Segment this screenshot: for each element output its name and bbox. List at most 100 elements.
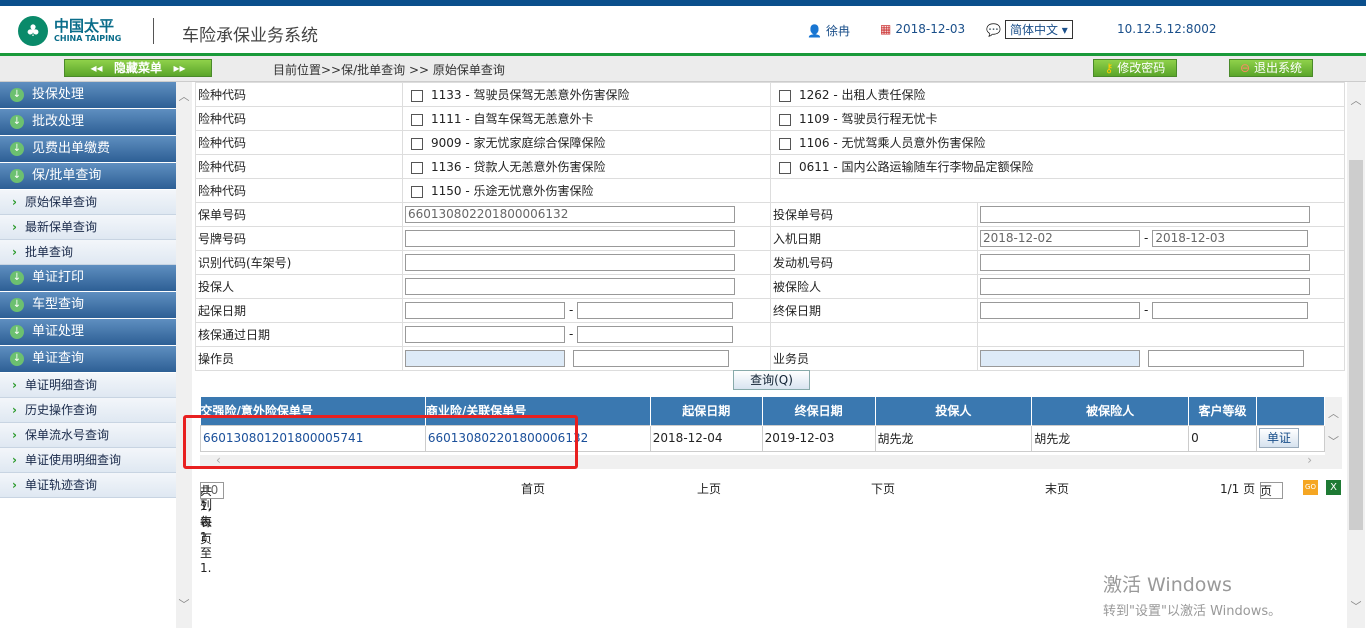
- sidebar-group[interactable]: ↓ 见费出单缴费: [0, 136, 176, 163]
- operator-code-input[interactable]: [405, 350, 565, 367]
- main-scrollbar[interactable]: ︿ ﹀: [1347, 82, 1365, 628]
- excel-export-icon[interactable]: X: [1326, 480, 1341, 495]
- sidebar-menu: ↓ 投保处理 ↓ 批改处理 ↓ 见费出单缴费 ↓ 保/批单查询 › 原始保单查询 › 最新保单查询 › 批…: [0, 82, 176, 628]
- entry-date-from-input[interactable]: 2018-12-02: [980, 230, 1140, 247]
- vin-input[interactable]: [405, 254, 735, 271]
- user-icon: 👤: [807, 23, 822, 38]
- sidebar-group[interactable]: ↓ 车型查询: [0, 292, 176, 319]
- results-vscrollbar[interactable]: ︿ ﹀: [1325, 397, 1342, 455]
- user-info: 👤 徐冉: [807, 22, 850, 39]
- arrow-icon: ›: [12, 478, 17, 492]
- pager-range: ,列表 1 至 1.: [200, 482, 213, 575]
- current-date: 2018-12-03: [895, 22, 966, 36]
- risk-checkbox[interactable]: [411, 89, 423, 102]
- sidebar-group[interactable]: ↓ 单证打印: [0, 265, 176, 292]
- logo-en: CHINA TAIPING: [54, 34, 122, 43]
- header: ♣ 中国太平 CHINA TAIPING 车险承保业务系统 👤 徐冉 ▦ 2018-1…: [0, 6, 1366, 53]
- operator-name-input[interactable]: [572, 350, 729, 367]
- engine-input[interactable]: [980, 254, 1310, 271]
- sidebar-item[interactable]: › 单证明细查询: [0, 373, 176, 398]
- salesman-name-input[interactable]: [1147, 350, 1304, 367]
- approve-date-to-input[interactable]: [577, 326, 734, 343]
- sidebar-item[interactable]: › 批单查询: [0, 240, 176, 265]
- go-icon[interactable]: GO: [1303, 480, 1318, 495]
- document-button[interactable]: 单证: [1258, 428, 1299, 448]
- plate-label: 号牌号码: [195, 226, 403, 251]
- sidebar-item[interactable]: › 历史操作查询: [0, 398, 176, 423]
- policy-no-input[interactable]: 660130802201800006132: [405, 206, 735, 223]
- risk-label: 险种代码: [195, 154, 403, 179]
- prev-page-link[interactable]: 上页: [697, 480, 721, 497]
- risk-checkbox[interactable]: [411, 161, 423, 174]
- column-header: 被保险人: [1031, 397, 1190, 425]
- column-header: 客户等级: [1188, 397, 1257, 425]
- sidebar-scrollbar[interactable]: ︿ ﹀: [176, 82, 192, 628]
- language-select[interactable]: 简体中文 ▾: [1004, 20, 1073, 39]
- salesman-code-input[interactable]: [980, 350, 1140, 367]
- pagination: 共 1,每页 10 ,列表 1 至 1. 首页 上页 下页 末页 1/1 页 页 G…: [200, 478, 1345, 575]
- risk-checkbox[interactable]: [779, 89, 791, 102]
- column-header: 投保人: [875, 397, 1033, 425]
- sidebar-group[interactable]: ↓ 单证处理: [0, 319, 176, 346]
- next-page-link[interactable]: 下页: [871, 480, 895, 497]
- sidebar-item[interactable]: › 原始保单查询: [0, 190, 176, 215]
- entry-date-to-input[interactable]: 2018-12-03: [1152, 230, 1309, 247]
- risk-checkbox[interactable]: [779, 137, 791, 150]
- sidebar-item[interactable]: › 单证轨迹查询: [0, 473, 176, 498]
- sidebar-group[interactable]: ↓ 保/批单查询: [0, 163, 176, 190]
- chat-icon: 💬: [986, 22, 1001, 37]
- query-button[interactable]: 查询(Q): [733, 370, 810, 390]
- sidebar-group[interactable]: ↓ 单证查询: [0, 346, 176, 373]
- risk-checkbox[interactable]: [779, 113, 791, 126]
- expand-icon: ↓: [10, 115, 24, 129]
- risk-checkbox[interactable]: [779, 161, 791, 174]
- sidebar-group[interactable]: ↓ 批改处理: [0, 109, 176, 136]
- engine-label: 发动机号码: [770, 250, 978, 275]
- date-info: ▦ 2018-12-03: [880, 22, 965, 36]
- column-header: 起保日期: [650, 397, 763, 425]
- expand-icon: ↓: [10, 271, 24, 285]
- start-date-from-input[interactable]: [405, 302, 565, 319]
- proposal-no-input[interactable]: [980, 206, 1310, 223]
- end-date-from-input[interactable]: [980, 302, 1140, 319]
- logo: ♣ 中国太平 CHINA TAIPING: [18, 16, 121, 46]
- column-header: [1256, 397, 1326, 425]
- risk-row: 险种代码 1150 - 乐途无忧意外伤害保险: [195, 178, 1345, 203]
- expand-icon: ↓: [10, 352, 24, 366]
- start-date-to-input[interactable]: [577, 302, 734, 319]
- sidebar-item[interactable]: › 保单流水号查询: [0, 423, 176, 448]
- first-page-link[interactable]: 首页: [521, 480, 545, 497]
- arrow-icon: ›: [12, 453, 17, 467]
- end-date-to-input[interactable]: [1152, 302, 1309, 319]
- logout-icon: ⊖: [1240, 61, 1251, 75]
- arrow-icon: ›: [12, 220, 17, 234]
- server-address: 10.12.5.12:8002: [1117, 22, 1217, 36]
- insured-label: 被保险人: [770, 274, 978, 299]
- nav-bar: ◂◂ 隐藏菜单 ▸▸ 目前位置>>保/批单查询 >> 原始保单查询 ⚷ 修改密码…: [0, 56, 1366, 82]
- risk-label: 险种代码: [195, 82, 403, 107]
- risk-label: 险种代码: [195, 130, 403, 155]
- entry-date-label: 入机日期: [770, 226, 978, 251]
- applicant-input[interactable]: [405, 278, 735, 295]
- risk-checkbox[interactable]: [411, 137, 423, 150]
- sidebar-item[interactable]: › 单证使用明细查询: [0, 448, 176, 473]
- risk-option: 9009 - 家无忧家庭综合保障保险: [431, 136, 606, 150]
- vin-label: 识别代码(车架号): [195, 250, 403, 275]
- change-password-button[interactable]: ⚷ 修改密码: [1093, 59, 1177, 77]
- risk-row: 险种代码 1133 - 驾驶员保驾无恙意外伤害保险 1262 - 出租人责任保险: [195, 82, 1345, 107]
- approve-date-from-input[interactable]: [405, 326, 565, 343]
- scrollbar-thumb[interactable]: [1349, 160, 1363, 530]
- plate-input[interactable]: [405, 230, 735, 247]
- logout-button[interactable]: ⊖ 退出系统: [1229, 59, 1313, 77]
- hide-menu-button[interactable]: ◂◂ 隐藏菜单 ▸▸: [64, 59, 212, 77]
- risk-row: 险种代码 1136 - 贷款人无恙意外伤害保险 0611 - 国内公路运输随车行李物…: [195, 154, 1345, 179]
- sidebar-item[interactable]: › 最新保单查询: [0, 215, 176, 240]
- dash: -: [569, 303, 574, 317]
- risk-checkbox[interactable]: [411, 185, 423, 198]
- risk-checkbox[interactable]: [411, 113, 423, 126]
- sidebar-group[interactable]: ↓ 投保处理: [0, 82, 176, 109]
- last-page-link[interactable]: 末页: [1045, 480, 1069, 497]
- insured-input[interactable]: [980, 278, 1310, 295]
- risk-row: 险种代码 1111 - 自驾车保驾无恙意外卡 1109 - 驾驶员行程无忧卡: [195, 106, 1345, 131]
- risk-label: 险种代码: [195, 178, 403, 203]
